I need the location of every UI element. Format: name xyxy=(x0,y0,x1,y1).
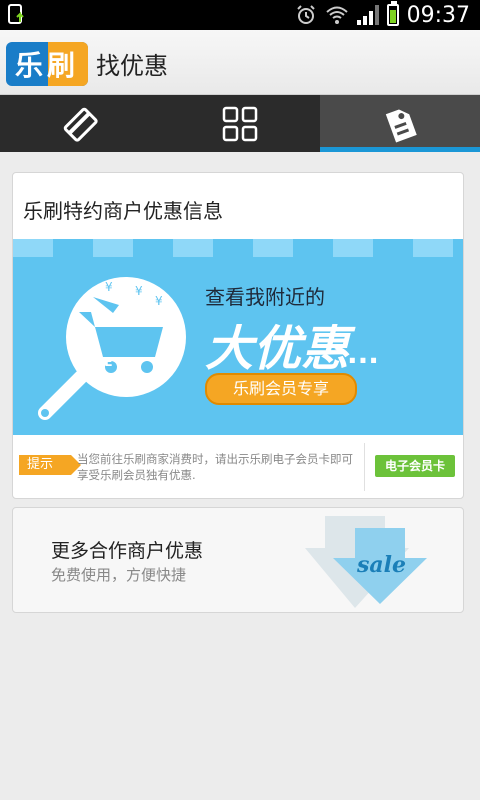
sale-badge: sale xyxy=(356,552,406,578)
more-label: MORE xyxy=(73,355,113,369)
nearby-deals-banner[interactable]: ¥ ¥ ¥ MORE 查看我附近的 大优惠 ... 乐刷会员专享 xyxy=(13,239,463,435)
signal-icon xyxy=(356,5,379,25)
partner-deals-card[interactable]: 更多合作商户优惠 免费使用，方便快捷 sale xyxy=(12,507,464,613)
title-bar: 乐刷 找优惠 xyxy=(0,30,480,95)
tab-card[interactable] xyxy=(0,95,160,152)
magnifier-cart-illustration: ¥ ¥ ¥ xyxy=(38,277,186,420)
tip-label: 提示 xyxy=(19,455,81,475)
tab-deals[interactable] xyxy=(320,95,480,152)
page-title: 找优惠 xyxy=(96,52,168,80)
banner-headline: 查看我附近的 xyxy=(205,285,325,309)
card-title: 更多合作商户优惠 xyxy=(51,540,204,562)
banner-dots: ... xyxy=(347,337,379,370)
tip-bar: 提示 当您前往乐刷商家消费时，请出示乐刷电子会员卡即可享受乐刷会员独有优惠. 电… xyxy=(13,435,463,498)
tip-text: 当您前往乐刷商家消费时，请出示乐刷电子会员卡即可享受乐刷会员独有优惠. xyxy=(77,452,353,482)
grid-icon xyxy=(222,106,258,141)
e-member-card-button[interactable]: 电子会员卡 xyxy=(375,455,455,477)
awning-decoration xyxy=(13,239,463,257)
card-subtitle: 免费使用，方便快捷 xyxy=(51,566,187,584)
merchant-deals-card[interactable]: 乐刷特约商户优惠信息 ¥ ¥ ¥ MORE 查看我附近的 大优惠 ... 乐刷会… xyxy=(12,172,464,499)
svg-text:¥: ¥ xyxy=(135,284,143,298)
battery-icon xyxy=(386,1,399,26)
sim-update-icon xyxy=(8,4,28,30)
banner-big-text: 大优惠 xyxy=(205,321,350,377)
sale-arrow-icon: sale xyxy=(305,516,427,608)
alarm-icon xyxy=(296,5,315,24)
divider xyxy=(364,443,365,491)
member-only-badge: 乐刷会员专享 xyxy=(205,373,357,405)
tab-bar xyxy=(0,95,480,152)
price-tag-icon xyxy=(385,108,417,142)
svg-text:¥: ¥ xyxy=(155,294,163,308)
svg-text:¥: ¥ xyxy=(105,280,113,294)
app-logo[interactable]: 乐刷 xyxy=(6,42,88,86)
card-title: 乐刷特约商户优惠信息 xyxy=(23,199,223,223)
wifi-icon xyxy=(325,6,348,24)
status-bar: 09:37 xyxy=(0,0,480,30)
card-tag-icon xyxy=(63,107,98,142)
clock-time: 09:37 xyxy=(406,2,470,28)
tab-grid[interactable] xyxy=(160,95,320,152)
